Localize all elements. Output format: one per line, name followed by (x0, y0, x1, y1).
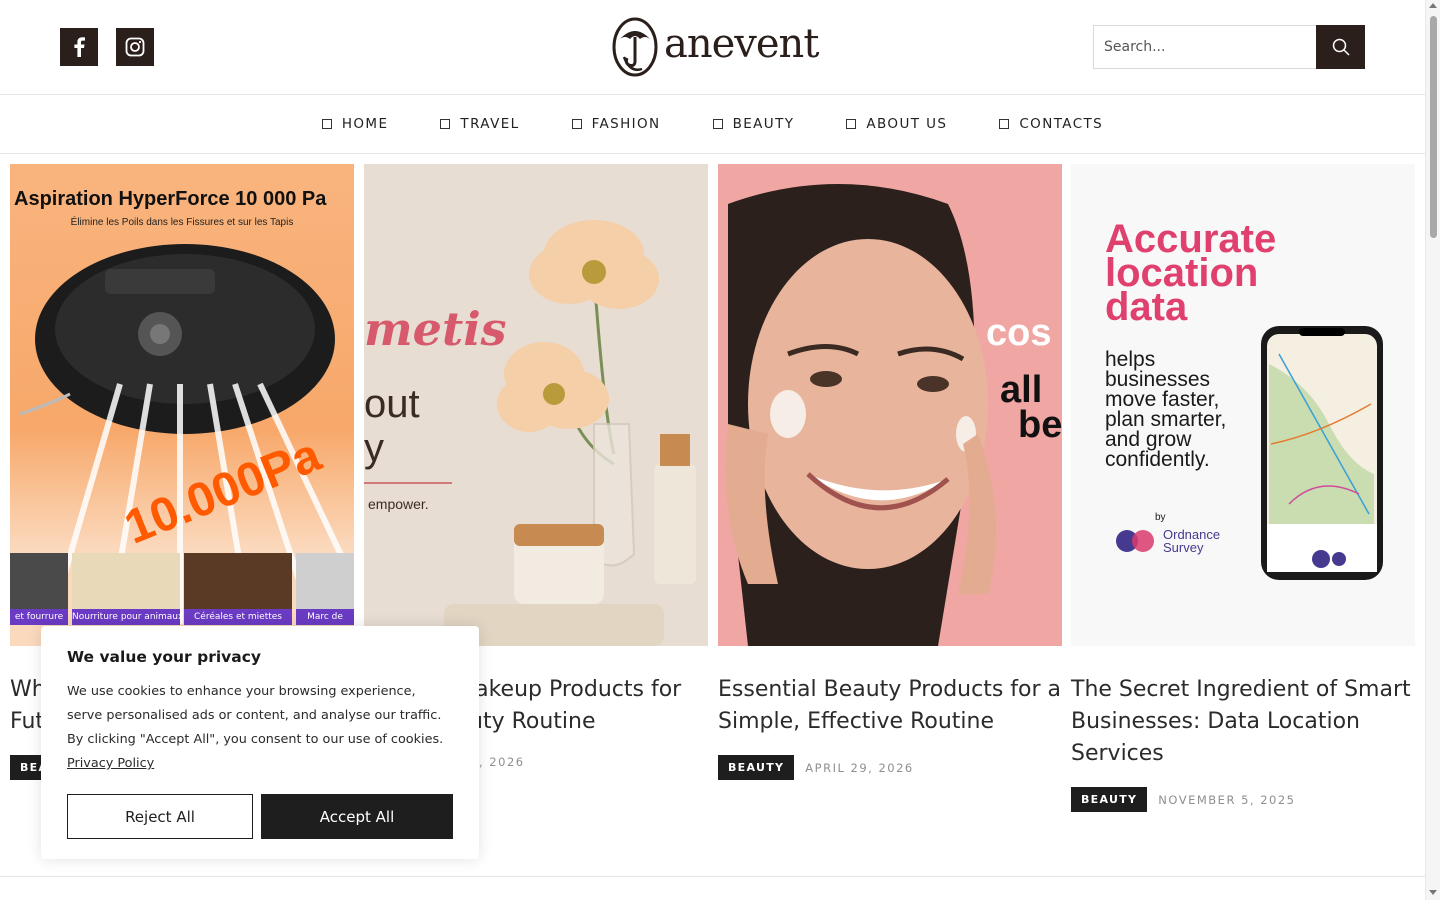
nav-label: BEAUTY (732, 116, 795, 132)
ad-body: helps businesses move faster, plan smart… (1105, 348, 1227, 471)
post-card: Accurate location data helps businesses … (1071, 164, 1415, 812)
cookie-body: We use cookies to enhance your browsing … (67, 680, 453, 776)
square-icon (321, 119, 332, 129)
nav-item-fashion[interactable]: FASHION (571, 116, 661, 132)
ad-tile-label: Céréales et miettes (184, 609, 292, 625)
post-image-skincare-woman[interactable]: cos all be (718, 164, 1062, 646)
page-scrollbar[interactable] (1425, 0, 1440, 900)
umbrella-logo-icon (612, 17, 658, 77)
post-meta: BEAUTY APRIL 29, 2026 (718, 755, 914, 780)
search-icon (1332, 38, 1350, 56)
square-icon (712, 119, 723, 129)
ad-subline: Élimine les Poils dans les Fissures et s… (70, 217, 294, 228)
ad-headline: Accurate location data (1105, 217, 1277, 329)
ad-tile-label: Nourriture pour animaux (72, 609, 180, 625)
sponsor-name: Ordnance Survey (1163, 527, 1221, 555)
nav-label: TRAVEL (460, 116, 520, 132)
facebook-link[interactable] (60, 28, 98, 66)
nav-label: CONTACTS (1019, 116, 1104, 132)
nav-item-home[interactable]: HOME (321, 116, 389, 132)
instagram-icon (125, 37, 145, 57)
nav-item-beauty[interactable]: BEAUTY (712, 116, 795, 132)
nav-label: ABOUT US (866, 116, 948, 132)
ad-brand-text: cos (986, 312, 1052, 354)
post-date: NOVEMBER 5, 2025 (1158, 792, 1296, 807)
post-date: , 2026 (479, 755, 525, 769)
ad-tile-row: et fourrure Nourriture pour animaux Céré… (10, 553, 354, 625)
poppy-flowers-graphic (444, 220, 696, 646)
post-title[interactable]: lakeup Products for uty Routine (469, 674, 708, 738)
search-button[interactable] (1316, 25, 1365, 69)
ordnance-survey-icon (1116, 530, 1154, 552)
post-card: cos all be Essential Beauty Products for… (718, 164, 1062, 780)
site-logo[interactable]: anevent (612, 16, 819, 78)
site-header: anevent (0, 0, 1425, 95)
post-meta: , 2026 (479, 755, 525, 769)
square-icon (571, 119, 582, 129)
post-image-location-data[interactable]: Accurate location data helps businesses … (1071, 164, 1415, 646)
nav-item-contacts[interactable]: CONTACTS (999, 116, 1103, 132)
reject-all-button[interactable]: Reject All (67, 794, 253, 839)
ad-tile: Céréales et miettes (184, 553, 292, 625)
ad-tile-label: et fourrure (10, 609, 68, 625)
scroll-up-arrow-icon[interactable] (1429, 3, 1437, 8)
ad-line: be (1018, 404, 1062, 446)
phone-map-graphic (1261, 326, 1383, 580)
nav-label: FASHION (591, 116, 661, 132)
main-nav: HOME TRAVEL FASHION BEAUTY ABOUT US CONT… (0, 95, 1425, 154)
cookie-buttons: Reject All Accept All (67, 794, 453, 839)
post-title[interactable]: Essential Beauty Products for a Simple, … (718, 674, 1062, 738)
facebook-icon (74, 37, 85, 57)
ad-tile: Marc de (296, 553, 354, 625)
square-icon (999, 119, 1010, 129)
sponsor-logo: Ordnance Survey (1115, 528, 1243, 554)
scrollbar-thumb[interactable] (1430, 16, 1437, 238)
nav-item-about-us[interactable]: ABOUT US (846, 116, 947, 132)
post-image-cosmetics-flowers[interactable]: metis out y empower. (364, 164, 708, 646)
ad-tile: Nourriture pour animaux (72, 553, 180, 625)
square-icon (846, 119, 857, 129)
ad-tile: et fourrure (10, 553, 68, 625)
nav-label: HOME (341, 116, 389, 132)
accept-all-button[interactable]: Accept All (261, 794, 453, 839)
ad-by: by (1155, 512, 1166, 523)
instagram-link[interactable] (116, 28, 154, 66)
ad-tile-label: Marc de (296, 609, 354, 625)
privacy-policy-link[interactable]: Privacy Policy (67, 756, 154, 771)
cookie-consent-banner: We value your privacy We use cookies to … (41, 626, 479, 859)
search-form (1093, 25, 1365, 69)
nav-item-travel[interactable]: TRAVEL (440, 116, 519, 132)
square-icon (440, 119, 451, 129)
section-divider (0, 876, 1425, 877)
logo-text: anevent (664, 21, 819, 67)
post-card: metis out y empower. lakeup Products for… (364, 164, 708, 769)
search-input[interactable] (1093, 25, 1316, 69)
ad-headline: Aspiration HyperForce 10 000 Pa (14, 188, 327, 210)
post-date: APRIL 29, 2026 (805, 760, 914, 775)
post-meta: BEAUTY NOVEMBER 5, 2025 (1071, 787, 1295, 812)
scroll-down-arrow-icon[interactable] (1429, 890, 1437, 895)
cookie-title: We value your privacy (67, 648, 262, 666)
post-title[interactable]: The Secret Ingredient of Smart Businesse… (1071, 674, 1415, 770)
post-image-robot-vacuum[interactable]: Aspiration HyperForce 10 000 Pa Élimine … (10, 164, 354, 646)
category-badge[interactable]: BEAUTY (718, 755, 795, 780)
cookie-body-text: We use cookies to enhance your browsing … (67, 684, 444, 747)
post-card: Aspiration HyperForce 10 000 Pa Élimine … (10, 164, 354, 780)
category-badge[interactable]: BEAUTY (1071, 787, 1148, 812)
